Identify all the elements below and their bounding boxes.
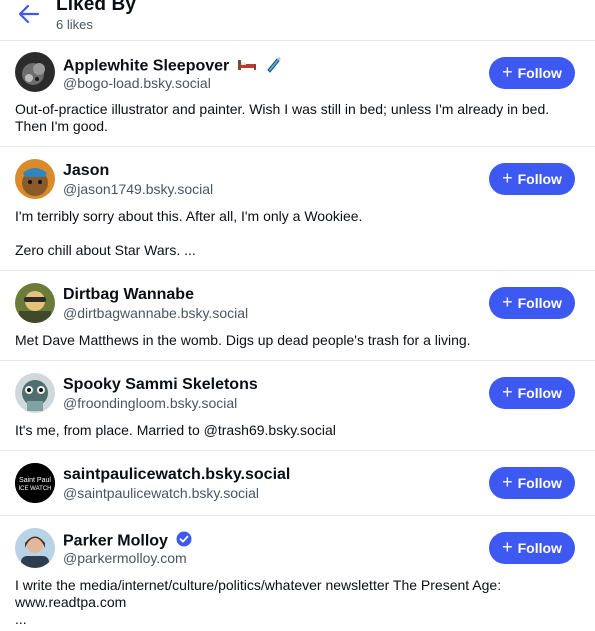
arrow-left-icon (18, 4, 40, 24)
user-handle: @froondingloom.bsky.social (63, 395, 238, 411)
plus-icon: + (502, 292, 513, 312)
plus-icon: + (502, 62, 513, 82)
verified-badge-icon[interactable] (176, 531, 192, 552)
follow-button[interactable]: + Follow (489, 163, 575, 195)
page-title: Liked By (56, 0, 136, 15)
user-bio: Out-of-practice illustrator and painter.… (15, 101, 550, 134)
follow-button[interactable]: + Follow (489, 467, 575, 499)
follow-button[interactable]: + Follow (489, 532, 575, 564)
plus-icon: + (502, 168, 513, 188)
user-handle: @saintpaulicewatch.bsky.social (63, 485, 260, 501)
svg-text:Saint Paul: Saint Paul (19, 477, 51, 484)
avatar[interactable] (15, 283, 55, 323)
user-handle: @dirtbagwannabe.bsky.social (63, 305, 249, 321)
follow-button[interactable]: + Follow (489, 287, 575, 319)
plus-icon: + (502, 382, 513, 402)
user-list-item[interactable]: Jason @jason1749.bsky.social + Follow I'… (0, 147, 595, 271)
user-list-item[interactable]: Parker Molloy @parkermolloy.com + Follow… (0, 516, 595, 631)
likes-count: 6 likes (56, 17, 93, 32)
display-name[interactable]: saintpaulicewatch.bsky.social (63, 466, 290, 484)
user-bio: I'm terribly sorry about this. After all… (15, 208, 363, 258)
avatar[interactable] (15, 52, 55, 92)
user-bio: It's me, from place. Married to @trash69… (15, 422, 336, 438)
plus-icon: + (502, 472, 513, 492)
page-header: Liked By 6 likes (0, 0, 595, 41)
bed-emoji-icon (237, 57, 257, 76)
user-handle: @jason1749.bsky.social (63, 181, 214, 197)
plus-icon: + (502, 537, 513, 557)
user-list-item[interactable]: Saint Paul ICE WATCH saintpaulicewatch.b… (0, 451, 595, 516)
follow-button[interactable]: + Follow (489, 377, 575, 409)
display-name[interactable]: Jason (63, 162, 109, 180)
user-handle: @bogo-load.bsky.social (63, 75, 211, 91)
avatar[interactable]: Saint Paul ICE WATCH (15, 463, 55, 503)
back-button[interactable] (16, 3, 42, 25)
avatar[interactable] (15, 159, 55, 199)
user-list-item[interactable]: Applewhite Sleepover @bogo-load.bsky.soc… (0, 40, 595, 147)
display-name[interactable]: Spooky Sammi Skeletons (63, 376, 258, 394)
display-name[interactable]: Dirtbag Wannabe (63, 286, 194, 304)
user-list-item[interactable]: Dirtbag Wannabe @dirtbagwannabe.bsky.soc… (0, 271, 595, 361)
display-name[interactable]: Parker Molloy (63, 531, 192, 552)
svg-text:ICE WATCH: ICE WATCH (19, 486, 52, 492)
user-bio: I write the media/internet/culture/polit… (15, 577, 502, 627)
user-handle: @parkermolloy.com (63, 550, 187, 566)
follow-button[interactable]: + Follow (489, 57, 575, 89)
user-list-item[interactable]: Spooky Sammi Skeletons @froondingloom.bs… (0, 361, 595, 451)
avatar[interactable] (15, 373, 55, 413)
user-bio: Met Dave Matthews in the womb. Digs up d… (15, 332, 471, 348)
paintbrush-emoji-icon (264, 55, 282, 78)
avatar[interactable] (15, 528, 55, 568)
